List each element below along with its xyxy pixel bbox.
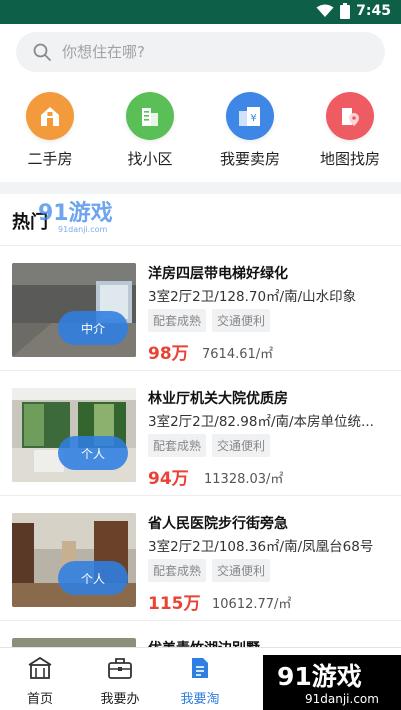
quick-action-find-community[interactable]: 找小区: [102, 92, 198, 169]
search-bar[interactable]: [16, 32, 385, 72]
home-icon: [28, 656, 52, 679]
quick-action-label: 找小区: [127, 150, 173, 168]
svg-text:91游戏: 91游戏: [277, 662, 362, 691]
quick-action-sell-house[interactable]: ¥ 我要卖房: [202, 92, 298, 169]
house-icon: [26, 92, 74, 140]
listing-description: 3室2厅2卫/82.98㎡/南/本房单位统...: [148, 414, 374, 430]
nav-item-todo[interactable]: 我要办: [84, 656, 156, 707]
battery-icon: [340, 3, 351, 19]
listing-tag: 配套成熟: [148, 559, 207, 582]
quick-actions: 二手房 找小区 ¥ 我要卖房 地图找房: [0, 92, 401, 172]
listing-tag: 交通便利: [212, 559, 271, 582]
listing-type-badge: 中介: [58, 311, 128, 345]
status-bar: 7:45: [0, 0, 401, 24]
listing-title: 林业厅机关大院优质房: [148, 391, 288, 407]
status-icons: 7:45: [316, 3, 391, 19]
quick-action-label: 我要卖房: [219, 150, 280, 168]
listing-item[interactable]: 个人 林业厅机关大院优质房 3室2厅2卫/82.98㎡/南/本房单位统... 配…: [0, 372, 401, 496]
quick-action-map-search[interactable]: 地图找房: [302, 92, 398, 169]
svg-text:¥: ¥: [250, 113, 256, 124]
nav-item-browse[interactable]: 我要淘: [164, 656, 236, 707]
quick-action-second-hand[interactable]: 二手房: [2, 92, 98, 169]
briefcase-icon: [108, 658, 132, 679]
listing-tag: 配套成熟: [148, 434, 207, 457]
listing-title: 洋房四层带电梯好绿化: [148, 266, 288, 282]
listing-item[interactable]: 个人 省人民医院步行街旁急 3室2厅2卫/108.36㎡/南/凤凰台68号 配套…: [0, 497, 401, 621]
listing-photo: 个人: [12, 513, 136, 607]
listing-unit-price: 10612.77/㎡: [212, 597, 292, 612]
listing-type-badge: 个人: [58, 561, 128, 595]
svg-text:91danji.com: 91danji.com: [58, 225, 108, 234]
quick-action-label: 二手房: [27, 150, 73, 168]
nav-label: 首页: [26, 692, 53, 707]
map-pin-icon: [326, 92, 374, 140]
listing-tag: 配套成熟: [148, 309, 207, 332]
listing-photo: 个人: [12, 388, 136, 482]
listing-type-badge: 个人: [58, 436, 128, 470]
listing-photo: 中介: [12, 263, 136, 357]
listing-unit-price: 11328.03/㎡: [204, 472, 284, 487]
section-divider: [0, 182, 401, 194]
listing-price: 115万: [148, 594, 201, 614]
watermark-banner: 91游戏 91danji.com: [263, 655, 401, 710]
listing-price: 94万: [148, 469, 189, 489]
listing-item[interactable]: 中介 洋房四层带电梯好绿化 3室2厅2卫/128.70㎡/南/山水印象 配套成熟…: [0, 247, 401, 371]
listing-description: 3室2厅2卫/108.36㎡/南/凤凰台68号: [148, 539, 374, 555]
listing-tag: 交通便利: [212, 309, 271, 332]
nav-item-home[interactable]: 首页: [4, 656, 76, 707]
building-icon: [126, 92, 174, 140]
svg-text:91游戏: 91游戏: [38, 200, 113, 226]
sell-house-icon: ¥: [226, 92, 274, 140]
watermark-logo: 91游戏 91danji.com: [38, 200, 113, 234]
nav-label: 我要办: [100, 692, 140, 707]
listing-description: 3室2厅2卫/128.70㎡/南/山水印象: [148, 289, 357, 305]
listing-tag: 交通便利: [212, 434, 271, 457]
listing-price: 98万: [148, 344, 189, 364]
listing-tags: 配套成熟 交通便利: [148, 309, 271, 332]
search-icon: [33, 43, 51, 61]
svg-text:91danji.com: 91danji.com: [305, 692, 379, 706]
wifi-icon: [316, 4, 334, 17]
listing-title: 省人民医院步行街旁急: [148, 516, 288, 532]
status-time: 7:45: [356, 3, 391, 19]
quick-action-label: 地图找房: [319, 150, 380, 168]
document-icon: [192, 658, 208, 678]
listing-unit-price: 7614.61/㎡: [202, 347, 274, 362]
listing-tags: 配套成熟 交通便利: [148, 559, 271, 582]
listing-tags: 配套成熟 交通便利: [148, 434, 271, 457]
search-input[interactable]: [62, 43, 342, 61]
nav-label: 我要淘: [180, 692, 220, 707]
